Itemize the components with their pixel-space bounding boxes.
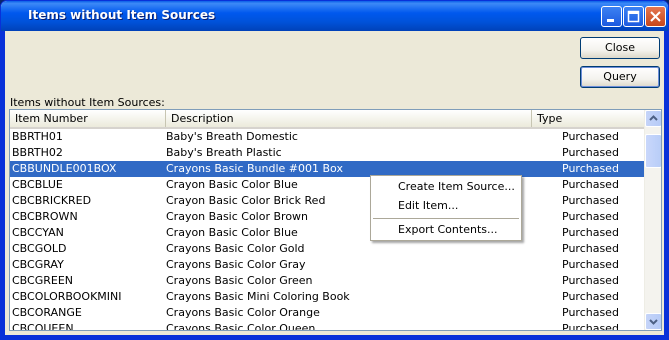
type-cell: Purchased	[562, 210, 619, 223]
menu-item-create-item-source[interactable]: Create Item Source...	[371, 177, 521, 197]
chevron-down-icon	[649, 319, 658, 325]
description-cell: Crayons Basic Mini Coloring Book	[166, 290, 350, 303]
scroll-down-button[interactable]	[645, 313, 661, 330]
type-cell: Purchased	[562, 194, 619, 207]
table-row[interactable]: CBCBRICKRED Crayon Basic Color Brick Red P…	[10, 193, 644, 209]
scroll-thumb[interactable]	[645, 134, 661, 168]
table-row[interactable]: BBRTH02 Baby's Breath Plastic Purchased	[10, 145, 644, 161]
minimize-icon	[607, 19, 614, 22]
menu-separator	[373, 218, 519, 219]
maximize-icon	[627, 10, 640, 23]
item-number-cell: CBCORANGE	[12, 306, 82, 319]
item-number-cell: CBCCYAN	[12, 226, 64, 239]
item-number-cell: BBRTH02	[12, 146, 63, 159]
type-cell: Purchased	[562, 226, 619, 239]
item-number-cell: CBCGREEN	[12, 274, 74, 287]
description-cell: Crayons Basic Color Gray	[166, 258, 306, 271]
title-bar[interactable]: Items without Item Sources	[1, 1, 668, 31]
close-window-button[interactable]	[645, 6, 666, 27]
type-cell: Purchased	[562, 290, 619, 303]
column-header-item-number[interactable]: Item Number	[10, 110, 166, 127]
window-frame-right	[664, 31, 668, 339]
scroll-up-button[interactable]	[645, 110, 661, 127]
minimize-button[interactable]	[601, 6, 622, 27]
item-number-cell: CBCGRAY	[12, 258, 64, 271]
vertical-scrollbar[interactable]	[644, 110, 661, 330]
description-cell: Baby's Breath Domestic	[166, 130, 298, 143]
type-cell: Purchased	[562, 242, 619, 255]
type-cell: Purchased	[562, 130, 619, 143]
type-cell: Purchased	[562, 258, 619, 271]
type-cell: Purchased	[562, 146, 619, 159]
type-cell: Purchased	[562, 322, 619, 331]
description-cell: Crayons Basic Color Gold	[166, 242, 305, 255]
table-row[interactable]: CBCQUEEN Crayons Basic Color Queen Purchas…	[10, 321, 644, 331]
window-frame-left	[1, 31, 5, 339]
table-row[interactable]: CBCGRAY Crayons Basic Color Gray Purchased	[10, 257, 644, 273]
table-row-selected[interactable]: CBBUNDLE001BOX Crayons Basic Bundle #001 …	[10, 161, 644, 177]
type-cell: Purchased	[562, 178, 619, 191]
list-header: Item Number Description Type	[10, 110, 644, 129]
type-cell: Purchased	[562, 306, 619, 319]
table-row[interactable]: CBCBROWN Crayon Basic Color Brown Purchase…	[10, 209, 644, 225]
description-cell: Crayons Basic Color Orange	[166, 306, 320, 319]
close-icon	[650, 11, 661, 22]
type-cell: Purchased	[562, 274, 619, 287]
description-cell: Baby's Breath Plastic	[166, 146, 282, 159]
table-row[interactable]: CBCORANGE Crayons Basic Color Orange Purch…	[10, 305, 644, 321]
list-label: Items without Item Sources:	[10, 96, 165, 109]
item-number-cell: CBCBRICKRED	[12, 194, 92, 207]
context-menu: Create Item Source... Edit Item... Expor…	[370, 175, 522, 241]
dialog-window: Items without Item Sources Close Query I…	[0, 0, 669, 340]
column-header-description[interactable]: Description	[166, 110, 532, 127]
menu-item-edit-item[interactable]: Edit Item...	[371, 196, 521, 216]
description-cell: Crayons Basic Color Queen	[166, 322, 316, 331]
description-cell: Crayons Basic Color Green	[166, 274, 313, 287]
maximize-button[interactable]	[623, 6, 644, 27]
column-header-type[interactable]: Type	[532, 110, 644, 127]
table-row[interactable]: CBCBLUE Crayon Basic Color Blue Purchased	[10, 177, 644, 193]
item-number-cell: CBCBLUE	[12, 178, 63, 191]
item-number-cell: CBCBROWN	[12, 210, 78, 223]
item-number-cell: CBCOLORBOOKMINI	[12, 290, 122, 303]
item-number-cell: CBBUNDLE001BOX	[12, 162, 117, 175]
table-row[interactable]: CBCGOLD Crayons Basic Color Gold Purchased	[10, 241, 644, 257]
items-list[interactable]: Item Number Description Type BBRTH01 Baby…	[9, 109, 662, 331]
table-row[interactable]: BBRTH01 Baby's Breath Domestic Purchased	[10, 129, 644, 145]
chevron-up-icon	[649, 115, 658, 121]
table-row[interactable]: CBCOLORBOOKMINI Crayons Basic Mini Colori…	[10, 289, 644, 305]
type-cell: Purchased	[562, 162, 619, 175]
table-row[interactable]: CBCGREEN Crayons Basic Color Green Purchas…	[10, 273, 644, 289]
window-title: Items without Item Sources	[28, 8, 216, 22]
item-number-cell: BBRTH01	[12, 130, 63, 143]
close-button[interactable]: Close	[580, 37, 660, 59]
window-frame-bottom	[1, 335, 668, 339]
item-number-cell: CBCGOLD	[12, 242, 67, 255]
item-number-cell: CBCQUEEN	[12, 322, 74, 331]
table-row[interactable]: CBCCYAN Crayon Basic Color Blue Purchased	[10, 225, 644, 241]
query-button[interactable]: Query	[580, 66, 660, 88]
menu-item-export-contents[interactable]: Export Contents...	[371, 220, 521, 240]
